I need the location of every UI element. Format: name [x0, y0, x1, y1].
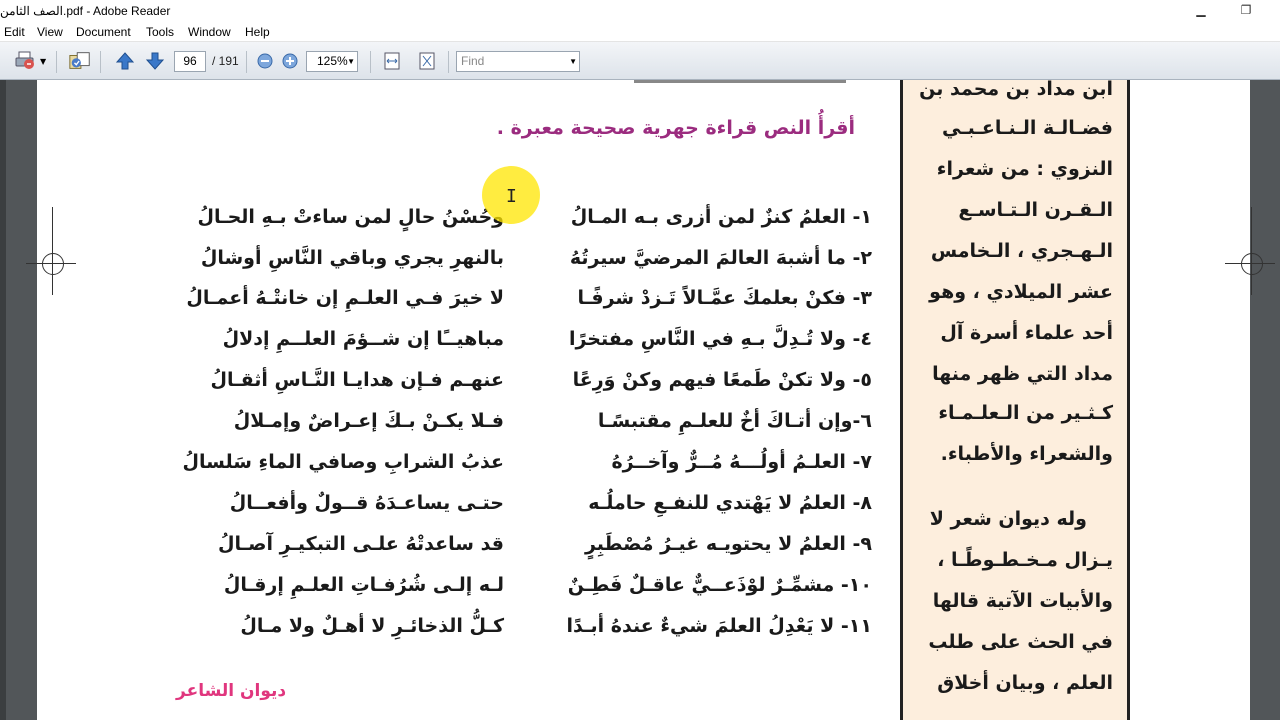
- verse-10-first: ١٠- مشمِّـرٌ لوْذَعــيٌّ عاقـلٌ فَطِـنٌ: [567, 574, 872, 596]
- bio-line: والشعراء والأطباء.: [940, 443, 1113, 465]
- chevron-down-icon: ▼: [347, 57, 355, 66]
- menu-tools[interactable]: Tools: [146, 25, 174, 39]
- menu-document[interactable]: Document: [76, 25, 131, 39]
- crosshair-mark-icon: [26, 207, 76, 295]
- chevron-down-icon[interactable]: ▼: [569, 52, 577, 71]
- fit-page-icon[interactable]: [415, 49, 439, 73]
- bio-line: مداد التي ظهر منها: [932, 363, 1113, 385]
- title-bar: الصف الثامن.pdf - Adobe Reader ▁ ❐: [0, 0, 1280, 22]
- previous-page-icon[interactable]: [113, 49, 137, 73]
- verse-8-first: ٨- العلمُ لا يَهْتدي للنفـعِ حاملُـه: [588, 492, 872, 514]
- bio-line: فضـالـة الـنـاعـبـي: [941, 117, 1113, 139]
- verse-5-second: عنهـم فـإن هدايـا النَّـاسِ أثقـالُ: [210, 369, 504, 391]
- bio-line: عشر الميلادي ، وهو: [929, 281, 1113, 303]
- source-caption: ديوان الشاعر: [176, 681, 287, 701]
- verse-11-first: ١١- لا يَعْدِلُ العلمَ شيءٌ عندهُ أبـدًا: [566, 615, 872, 637]
- verse-6-first: ٦-وإن أتـاكَ أخٌ للعلـمِ مقتبسًـا: [597, 410, 872, 432]
- bio-line: ابن مداد بن محمد بن: [919, 78, 1113, 100]
- navigation-pane-edge[interactable]: [0, 80, 6, 720]
- zoom-out-icon[interactable]: [253, 49, 277, 73]
- menu-help[interactable]: Help: [245, 25, 270, 39]
- bio-line: أحد علماء أسرة آل: [940, 322, 1113, 344]
- menu-edit[interactable]: Edit: [4, 25, 25, 39]
- verse-10-second: لـه إلـى شُرُفـاتِ العلـمِ إرقـالُ: [223, 574, 504, 596]
- verse-3-first: ٣- فكنْ بعلمكَ عمَّـالاً تَـزدْ شرفًـا: [577, 287, 872, 309]
- bio-line: العلم ، وبيان أخلاق: [937, 672, 1113, 694]
- crosshair-mark-icon: [1225, 207, 1275, 295]
- verse-3-second: لا خيرَ فـي العلـمِ إن خانتْـهُ أعمـالُ: [186, 287, 504, 309]
- find-input[interactable]: Find ▼: [456, 51, 580, 72]
- verse-4-first: ٤- ولا تُـدِلَّ بـهِ في النَّاسِ مفتخرًا: [568, 328, 872, 350]
- zoom-level-value: 125%: [317, 54, 348, 68]
- toolbar-separator: [448, 51, 449, 73]
- next-page-icon[interactable]: [143, 49, 167, 73]
- bio-line: الـقـرن الـتـاسـع: [958, 199, 1113, 221]
- bio-line: في الحث على طلب: [928, 631, 1113, 653]
- minimize-button[interactable]: ▁: [1191, 2, 1211, 18]
- zoom-level-select[interactable]: 125% ▼: [306, 51, 358, 72]
- toolbar: ▼ 96 / 191 125% ▼ Find ▼: [0, 42, 1280, 80]
- text-cursor-icon: I: [506, 186, 517, 207]
- verse-1-second: وحُسْنُ حالٍ لمن ساءتْ بـهِ الحـالُ: [197, 206, 504, 228]
- verse-2-second: بالنهرِ يجري وباقي النَّاسِ أوشالُ: [200, 247, 504, 269]
- print-icon[interactable]: [14, 49, 38, 73]
- vertical-scroll-area[interactable]: [1250, 80, 1280, 720]
- page-number-input[interactable]: 96: [174, 51, 206, 72]
- verse-1-first: ١- العلمُ كنزٌ لمن أزرى بـه المـالُ: [570, 206, 872, 228]
- verse-7-first: ٧- العلـمُ أولُـــهُ مُــرٌّ وآخــرُهُ: [611, 451, 872, 473]
- bio-line: النزوي : من شعراء: [936, 158, 1113, 180]
- bio-line: يـزال مـخـطـوطًـا ،: [937, 549, 1113, 571]
- verse-4-second: مباهيــًا إن شــؤمَ العلــمِ إدلالُ: [222, 328, 504, 350]
- toolbar-separator: [56, 51, 57, 73]
- verse-9-second: قد ساعدتْهُ علـى التبكيـرِ آصـالُ: [217, 533, 504, 555]
- verse-7-second: عذبُ الشرابِ وصافي الماءِ سَلسالُ: [182, 451, 504, 473]
- find-placeholder: Find: [461, 54, 485, 68]
- menu-view[interactable]: View: [37, 25, 63, 39]
- verse-11-second: كـلُّ الذخائـرِ لا أهـلٌ ولا مـالُ: [240, 615, 504, 637]
- menu-window[interactable]: Window: [188, 25, 231, 39]
- fit-width-icon[interactable]: [380, 49, 404, 73]
- window-title: الصف الثامن.pdf - Adobe Reader: [0, 4, 171, 18]
- toolbar-separator: [246, 51, 247, 73]
- share-icon[interactable]: [68, 49, 92, 73]
- verse-5-first: ٥- ولا تكنْ طَمعًا فيهم وكنْ وَرِعًا: [572, 369, 872, 391]
- bio-line: الـهـجري ، الـخامس: [930, 240, 1113, 262]
- exercise-heading: أقرأُ النص قراءة جهرية صحيحة معبرة .: [496, 117, 855, 139]
- zoom-in-icon[interactable]: [278, 49, 302, 73]
- bio-line: والأبيات الآتية قالها: [932, 590, 1113, 612]
- verse-6-second: فـلا يكـنْ بـكَ إعـراضٌ وإمـلالُ: [233, 410, 504, 432]
- toolbar-separator: [370, 51, 371, 73]
- restore-button[interactable]: ❐: [1236, 2, 1256, 18]
- poet-bio-box: ابن مداد بن محمد بن فضـالـة الـنـاعـبـي …: [900, 78, 1130, 720]
- menu-bar: Edit View Document Tools Window Help: [0, 22, 1280, 42]
- verse-2-first: ٢- ما أشبهَ العالمَ المرضيَّ سيرتُهُ: [569, 247, 872, 269]
- top-frame-rule: [634, 80, 846, 83]
- verse-8-second: حتـى يساعـدَهُ قــولٌ وأفعــالُ: [229, 492, 504, 514]
- page-total-label: / 191: [212, 54, 239, 68]
- toolbar-separator: [100, 51, 101, 73]
- verse-9-first: ٩- العلمُ لا يحتويـه غيـرُ مُصْطَبِرٍ: [584, 533, 872, 555]
- bio-line: وله ديوان شعر لا: [929, 508, 1087, 530]
- bio-line: كـثـير من الـعلـمـاء: [938, 402, 1113, 424]
- print-dropdown-icon[interactable]: ▼: [40, 57, 46, 66]
